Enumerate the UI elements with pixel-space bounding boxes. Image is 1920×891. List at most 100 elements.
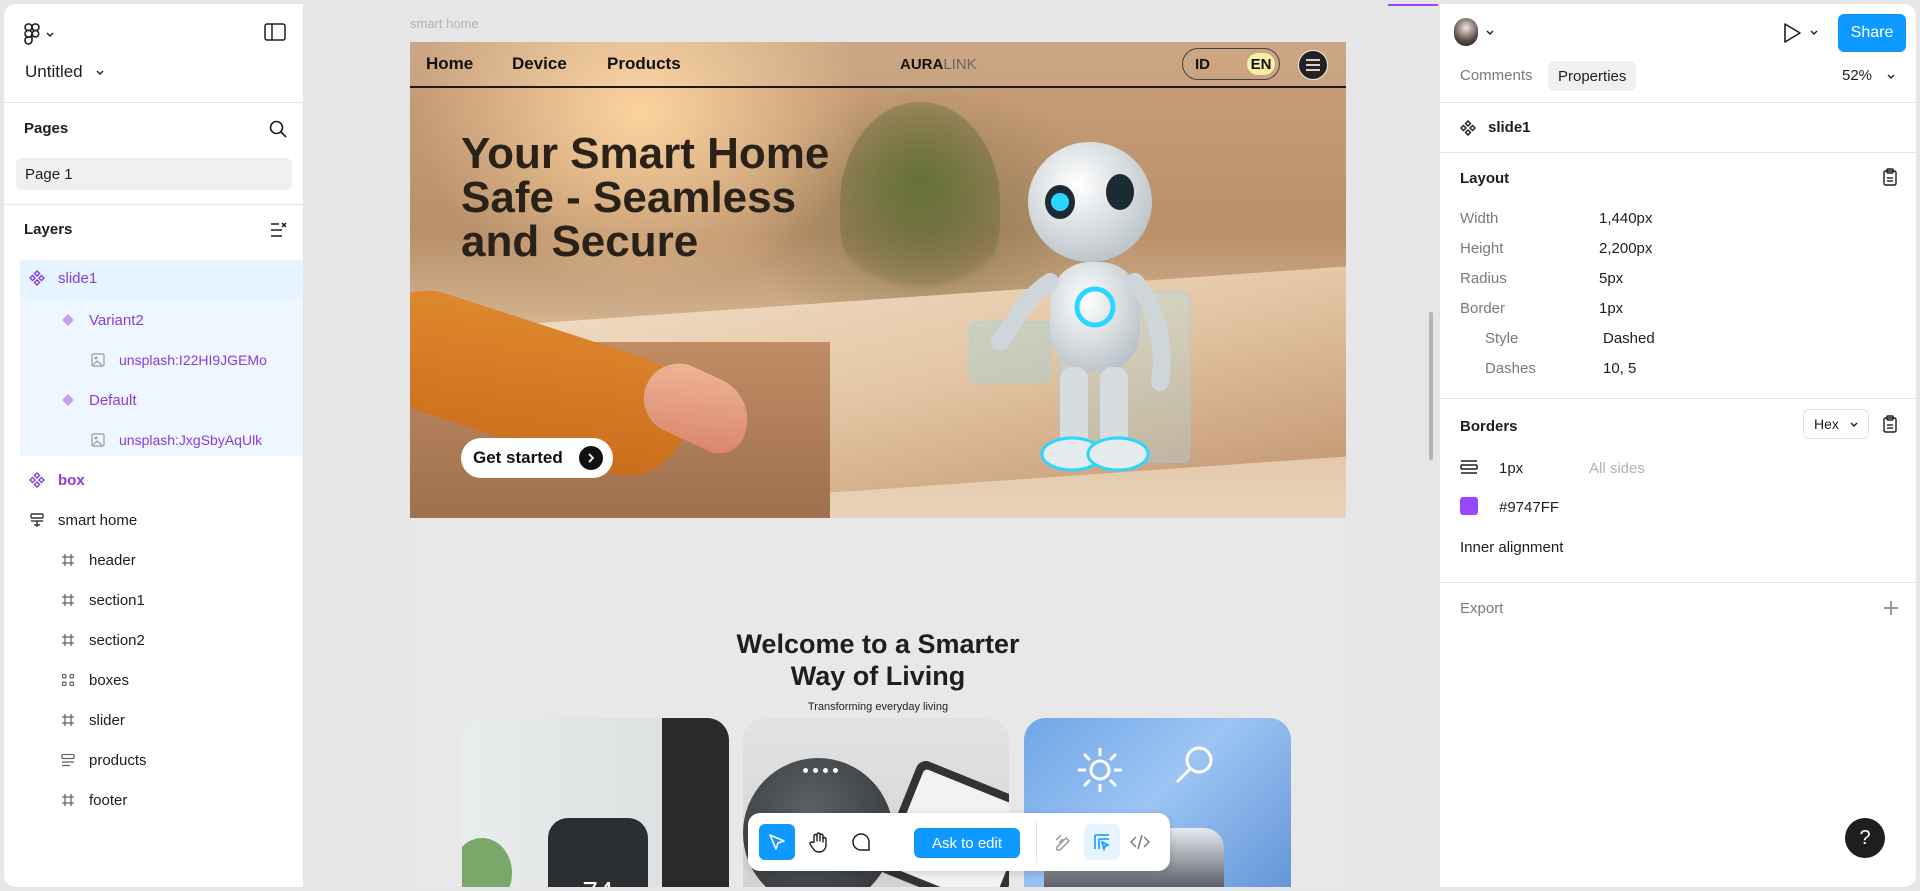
border-color-swatch[interactable] <box>1460 497 1478 515</box>
clipboard-icon[interactable] <box>1882 415 1898 433</box>
help-button[interactable]: ? <box>1845 818 1885 858</box>
layer-unsplash-1[interactable]: unsplash:I22HI9JGEMo <box>89 340 267 380</box>
user-avatar[interactable] <box>1454 18 1478 46</box>
brand-logo-bold: AURA <box>900 56 944 73</box>
chevron-down-icon[interactable] <box>1809 27 1819 37</box>
hero-title: Your Smart Home Safe - Seamless and Secu… <box>461 129 830 266</box>
style-label: Style <box>1485 330 1519 347</box>
move-tool-button[interactable] <box>759 824 795 860</box>
brand-logo[interactable]: AURALINK <box>900 56 977 73</box>
layer-products[interactable]: products <box>59 740 147 780</box>
brand-logo-light: LINK <box>943 56 977 73</box>
border-value[interactable]: 1px <box>1599 300 1623 317</box>
design-mode-button[interactable] <box>1084 824 1120 860</box>
selection-row: slide1 <box>1460 119 1531 136</box>
thermostat-value: 74 <box>548 876 648 887</box>
layer-label: header <box>89 551 136 569</box>
chevron-down-icon[interactable] <box>1485 27 1495 37</box>
grid-layout-icon <box>59 671 77 689</box>
file-name-label: Untitled <box>25 62 83 81</box>
magnifier-icon <box>1175 746 1213 784</box>
nav-device[interactable]: Device <box>512 54 567 74</box>
layer-unsplash-2[interactable]: unsplash:JxgSbyAqUlk <box>89 420 262 460</box>
frame-label[interactable]: smart home <box>410 16 479 31</box>
figma-menu-button[interactable] <box>24 22 58 46</box>
comment-tool-button[interactable] <box>843 824 879 860</box>
zoom-level[interactable]: 52% <box>1842 67 1896 84</box>
ask-to-edit-button[interactable]: Ask to edit <box>914 828 1020 858</box>
search-pages-icon[interactable] <box>269 120 287 138</box>
right-panel: Share Comments Properties 52% slide1 Lay… <box>1439 4 1916 887</box>
gear-icon <box>1078 748 1122 792</box>
share-label: Share <box>1850 24 1894 41</box>
lang-en-option[interactable]: EN <box>1247 53 1275 75</box>
layer-label: box <box>58 471 85 489</box>
language-switch[interactable]: ID EN <box>1182 48 1280 80</box>
inner-alignment-label[interactable]: Inner alignment <box>1460 539 1563 556</box>
layer-variant2[interactable]: Variant2 <box>59 300 144 340</box>
left-panel: Untitled Pages Page 1 Layers slide1 Vari… <box>4 4 304 887</box>
plus-icon[interactable] <box>1883 600 1899 616</box>
draw-mode-button[interactable] <box>1046 824 1082 860</box>
stack-icon <box>59 751 77 769</box>
file-name[interactable]: Untitled <box>25 62 105 82</box>
lang-id-option[interactable]: ID <box>1195 56 1210 73</box>
layer-section1[interactable]: section1 <box>59 580 145 620</box>
nav-home[interactable]: Home <box>426 54 473 74</box>
height-label: Height <box>1460 240 1504 257</box>
border-color-hex[interactable]: #9747FF <box>1499 499 1559 516</box>
layer-label: footer <box>89 791 128 809</box>
layout-section-title: Layout <box>1460 170 1510 187</box>
dev-mode-button[interactable] <box>1122 824 1158 860</box>
color-format-select[interactable]: Hex <box>1803 409 1869 439</box>
layer-slider[interactable]: slider <box>59 700 125 740</box>
border-label: Border <box>1460 300 1506 317</box>
layer-default[interactable]: Default <box>59 380 137 420</box>
layer-label: unsplash:JxgSbyAqUlk <box>119 432 263 448</box>
layer-section2[interactable]: section2 <box>59 620 145 660</box>
share-button[interactable]: Share <box>1838 14 1906 52</box>
layer-boxes[interactable]: boxes <box>59 660 129 700</box>
layer-footer[interactable]: footer <box>59 780 127 820</box>
radius-value[interactable]: 5px <box>1599 270 1623 287</box>
stroke-sides-value[interactable]: All sides <box>1589 460 1645 477</box>
clipboard-icon[interactable] <box>1882 168 1898 186</box>
nav-products[interactable]: Products <box>607 54 681 74</box>
hero-section: Home Device Products AURALINK ID EN Your… <box>410 42 1346 518</box>
image-icon <box>89 351 107 369</box>
layer-slide1[interactable]: slide1 <box>28 258 97 298</box>
canvas-scrollbar[interactable] <box>1429 312 1433 460</box>
stroke-weight-value[interactable]: 1px <box>1499 460 1523 477</box>
layer-smart-home[interactable]: smart home <box>28 500 137 540</box>
canvas[interactable]: smart home Home Device Products AURALINK… <box>305 4 1439 887</box>
component-icon <box>1460 119 1476 136</box>
hamburger-menu-icon[interactable] <box>1298 50 1328 80</box>
layer-box[interactable]: box <box>28 460 85 500</box>
code-icon <box>1130 834 1150 850</box>
dashes-value[interactable]: 10, 5 <box>1603 360 1636 377</box>
get-started-button[interactable]: Get started <box>461 438 613 478</box>
layer-header[interactable]: header <box>59 540 136 580</box>
page-item-page-1[interactable]: Page 1 <box>16 158 292 190</box>
collapse-layers-icon[interactable] <box>270 222 288 238</box>
radius-label: Radius <box>1460 270 1507 287</box>
tab-properties-label: Properties <box>1558 67 1627 85</box>
play-icon[interactable] <box>1782 22 1802 44</box>
smart-home-frame[interactable]: Home Device Products AURALINK ID EN Your… <box>410 42 1346 887</box>
hand-tool-button[interactable] <box>801 824 837 860</box>
width-value[interactable]: 1,440px <box>1599 210 1652 227</box>
chevron-down-icon <box>96 70 104 75</box>
layout-icon <box>1094 834 1111 852</box>
layer-label: products <box>89 751 147 769</box>
card-thermostat[interactable]: 74 <box>462 718 729 887</box>
welcome-title: Welcome to a Smarter Way of Living <box>736 629 1020 691</box>
layer-label: Variant2 <box>89 311 144 329</box>
tab-comments[interactable]: Comments <box>1460 67 1533 84</box>
height-value[interactable]: 2,200px <box>1599 240 1652 257</box>
layer-label: Default <box>89 391 137 409</box>
toggle-sidebar-icon[interactable] <box>264 23 286 41</box>
tab-properties[interactable]: Properties <box>1548 61 1637 91</box>
image-icon <box>89 431 107 449</box>
style-value[interactable]: Dashed <box>1603 330 1655 347</box>
frame-stack-icon <box>28 511 46 529</box>
